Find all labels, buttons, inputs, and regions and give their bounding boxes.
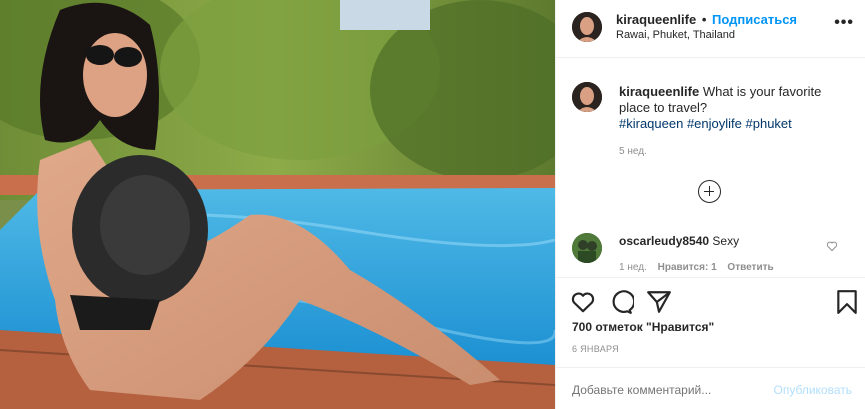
header-user-line: kiraqueenlife • Подписаться (616, 12, 797, 27)
bookmark-icon[interactable] (834, 289, 860, 315)
caption-username[interactable]: kiraqueenlife (619, 84, 699, 99)
caption-avatar[interactable] (572, 82, 602, 112)
post-comment-button[interactable]: Опубликовать (774, 383, 852, 397)
post-header: kiraqueenlife • Подписаться Rawai, Phuke… (556, 0, 865, 58)
action-bar: 700 отметок "Нравится" 6 ЯНВАРЯ (556, 277, 865, 367)
add-comment-bar: Опубликовать (556, 367, 865, 409)
more-options-icon[interactable]: ••• (834, 15, 854, 31)
follow-button[interactable]: Подписаться (712, 12, 797, 27)
heart-icon[interactable] (826, 240, 838, 252)
comment-username[interactable]: oscarleudy8540 (619, 234, 709, 248)
comment-body: Sexy (712, 234, 740, 248)
post-photo[interactable] (0, 0, 555, 409)
post-date[interactable]: 6 ЯНВАРЯ (572, 344, 619, 354)
comment-text: oscarleudy8540 Sexy (619, 234, 739, 248)
avatar[interactable] (572, 12, 602, 42)
comment-icon[interactable] (608, 289, 634, 315)
header-username[interactable]: kiraqueenlife (616, 12, 696, 27)
hashtag[interactable]: #phuket (746, 116, 792, 131)
hashtag[interactable]: #enjoylife (687, 116, 742, 131)
caption-text: kiraqueenlife What is your favorite plac… (619, 84, 849, 132)
caption-time[interactable]: 5 нед. (619, 146, 647, 157)
heart-icon[interactable] (570, 289, 596, 315)
hashtag[interactable]: #kiraqueen (619, 116, 683, 131)
comment-avatar[interactable] (572, 233, 602, 263)
location-link[interactable]: Rawai, Phuket, Thailand (616, 29, 735, 41)
comment-likes[interactable]: Нравится: 1 (658, 262, 717, 273)
post-side-panel: kiraqueenlife • Подписаться Rawai, Phuke… (555, 0, 865, 409)
likes-count[interactable]: 700 отметок "Нравится" (572, 320, 714, 334)
comment-input[interactable] (572, 383, 752, 397)
share-icon[interactable] (646, 289, 672, 315)
separator-dot: • (701, 12, 707, 27)
plus-circle-icon[interactable] (698, 180, 721, 203)
reply-button[interactable]: Ответить (727, 262, 773, 273)
comment-time[interactable]: 1 нед. (619, 262, 647, 273)
comment-meta: 1 нед. Нравится: 1 Ответить (619, 262, 782, 273)
